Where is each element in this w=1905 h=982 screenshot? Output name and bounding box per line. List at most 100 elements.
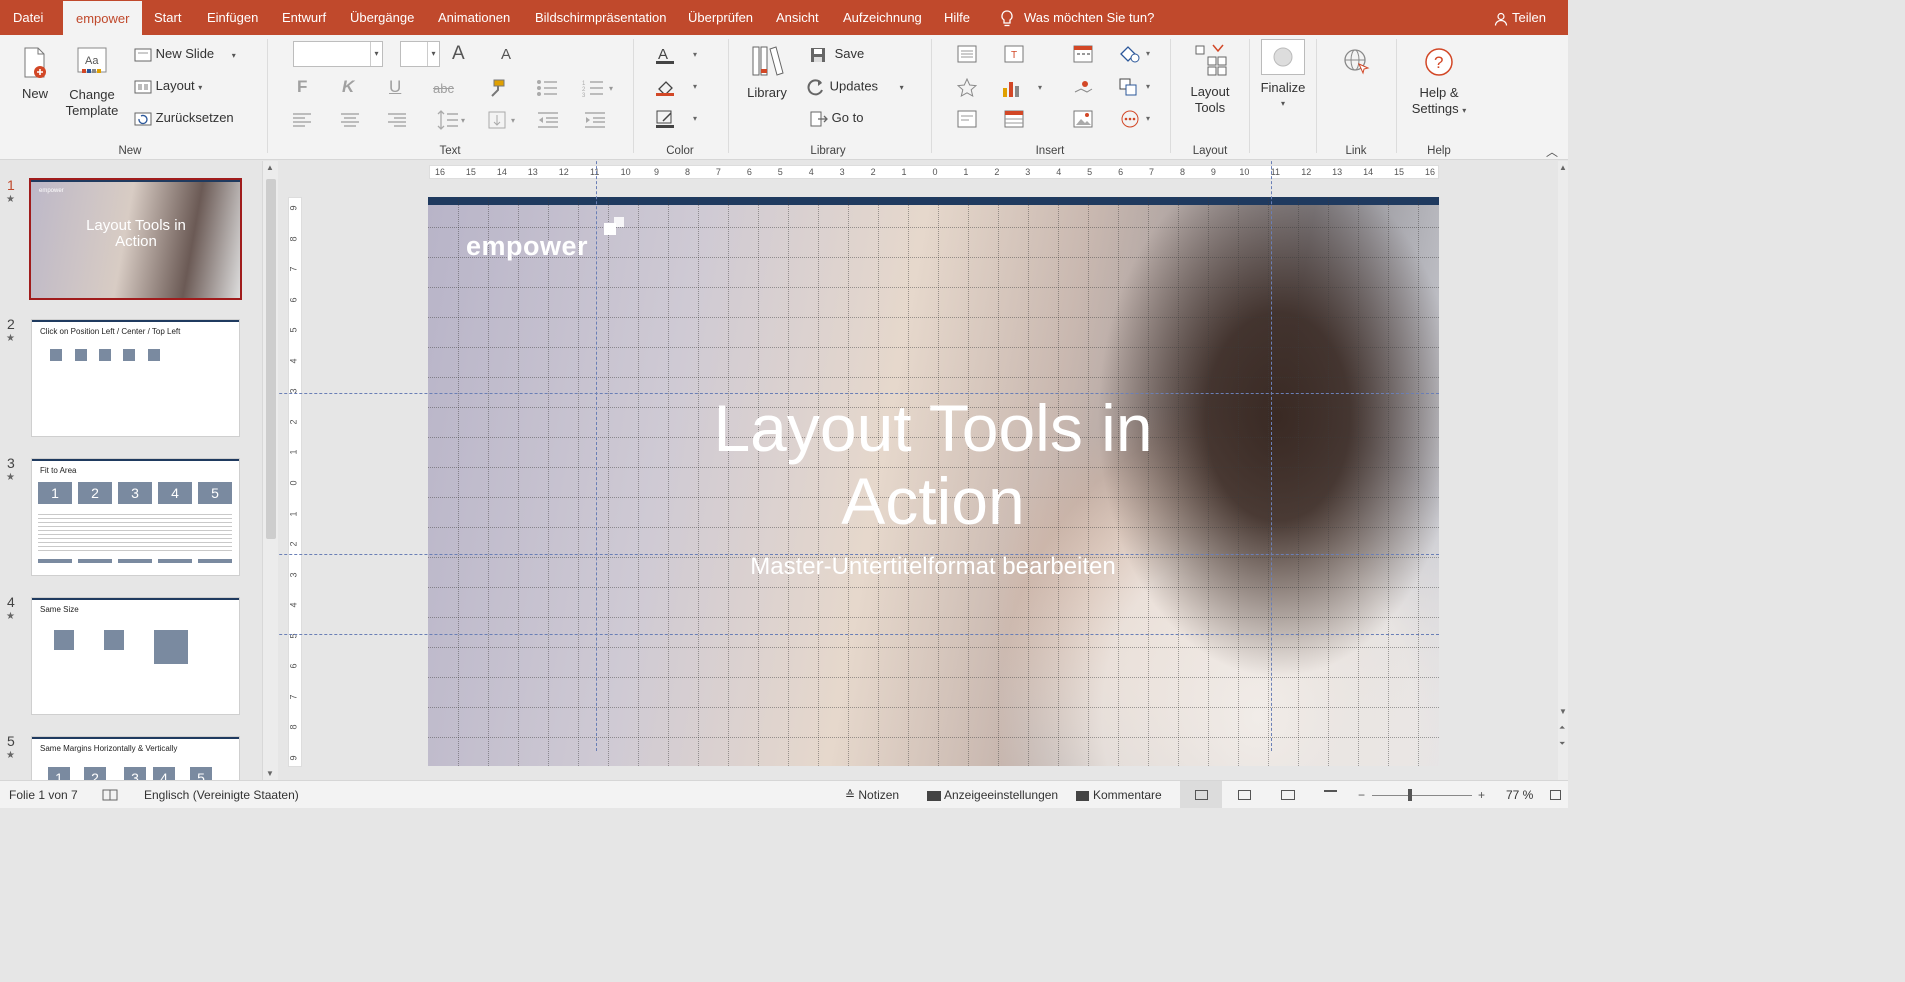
numbered-list-icon[interactable]: 123▾ <box>582 79 616 97</box>
more-icon[interactable]: ▾ <box>1120 109 1154 129</box>
bullet-list-icon[interactable] <box>536 79 558 97</box>
align-center-icon[interactable] <box>340 112 360 128</box>
ruler-tick-label: 14 <box>1363 167 1374 177</box>
thumbnail-slide-4[interactable]: Same Size <box>31 597 240 715</box>
layout-button[interactable]: Layout ▾ <box>134 78 202 95</box>
normal-view-button[interactable] <box>1180 781 1222 808</box>
align-right-icon[interactable] <box>387 112 407 128</box>
language-indicator[interactable]: Englisch (Vereinigte Staaten) <box>144 781 299 809</box>
grow-font-button[interactable]: A <box>452 43 465 65</box>
scroll-up-icon[interactable]: ▲ <box>266 163 274 172</box>
comments-button[interactable]: Kommentare <box>1076 781 1162 809</box>
shapes-icon[interactable]: ▾ <box>1118 44 1154 64</box>
italic-button[interactable]: K <box>342 77 354 97</box>
updates-button[interactable]: Updates ▾ <box>806 78 904 96</box>
grid-line <box>428 227 1439 228</box>
text-direction-icon[interactable]: ▾ <box>486 109 520 131</box>
increase-indent-icon[interactable] <box>584 111 606 129</box>
outline-color-icon[interactable]: ▾ <box>655 109 701 129</box>
tab-help[interactable]: Hilfe <box>944 0 970 35</box>
thumbnail-slide-1[interactable]: empower Layout Tools in Action <box>29 178 242 300</box>
scroll-up-icon[interactable]: ▲ <box>1559 163 1567 172</box>
globe-link-icon[interactable] <box>1342 47 1372 77</box>
tab-transitions[interactable]: Übergänge <box>350 0 414 35</box>
zoom-slider-thumb[interactable] <box>1408 789 1412 801</box>
tab-design[interactable]: Entwurf <box>282 0 326 35</box>
bold-button[interactable]: F <box>297 77 307 97</box>
font-family-select[interactable]: ▾ <box>293 41 383 67</box>
table-icon[interactable] <box>1004 110 1024 128</box>
notes-button[interactable]: ≙ Notizen <box>845 781 899 809</box>
fit-slide-icon[interactable] <box>1550 790 1561 800</box>
font-color-icon[interactable]: A ▾ <box>655 45 701 65</box>
pin-map-icon[interactable] <box>1073 78 1093 98</box>
help-settings-button[interactable]: ? Help & Settings ▾ <box>1406 47 1472 119</box>
fill-color-icon[interactable]: ▾ <box>655 77 701 97</box>
layout-tools-button[interactable]: Layout Tools <box>1182 43 1238 116</box>
picture-icon[interactable] <box>1073 110 1093 128</box>
calendar-icon[interactable] <box>1073 45 1093 63</box>
slide-title[interactable]: Layout Tools in Action <box>658 392 1208 538</box>
thumbnails-scrollbar[interactable]: ▲ ▼ <box>262 161 278 780</box>
zoom-out-button[interactable]: − <box>1358 781 1365 809</box>
ruler-tick-label: 8 <box>684 167 691 177</box>
collapse-ribbon-chevron-icon[interactable]: ︿ <box>1546 143 1558 160</box>
thumbnail-slide-2[interactable]: Click on Position Left / Center / Top Le… <box>31 319 240 437</box>
shrink-font-button[interactable]: A <box>501 46 511 63</box>
tab-start[interactable]: Start <box>154 0 181 35</box>
thumbnail-slide-5[interactable]: Same Margins Horizontally & Vertically 1… <box>31 736 240 780</box>
chart-icon[interactable]: ▾ <box>1002 78 1048 98</box>
font-size-select[interactable]: ▾ <box>400 41 440 67</box>
change-template-button[interactable]: Aa Change Template <box>64 47 120 119</box>
library-button[interactable]: Library <box>745 45 789 101</box>
animation-star-icon: ★ <box>6 750 15 761</box>
tab-animations[interactable]: Animationen <box>438 0 510 35</box>
new-button[interactable]: New <box>18 47 52 102</box>
display-settings-button[interactable]: Anzeigeeinstellungen <box>927 781 1058 809</box>
decrease-indent-icon[interactable] <box>537 111 559 129</box>
grid-line <box>608 197 609 766</box>
save-button[interactable]: Save <box>810 46 864 63</box>
slide-subtitle[interactable]: Master-Untertitelformat bearbeiten <box>658 553 1208 581</box>
textbox-icon[interactable]: T <box>1004 45 1024 63</box>
zoom-level[interactable]: 77 % <box>1506 781 1533 809</box>
links-icon[interactable]: ▾ <box>1118 77 1154 97</box>
tab-file[interactable]: Datei <box>13 0 43 35</box>
agenda-icon[interactable] <box>957 45 977 63</box>
new-slide-button[interactable]: New Slide ▾ <box>134 46 236 63</box>
zoom-in-button[interactable]: + <box>1478 781 1485 809</box>
tell-me-search[interactable]: Was möchten Sie tun? <box>1000 0 1154 35</box>
underline-button[interactable]: U <box>389 77 401 97</box>
tab-view[interactable]: Ansicht <box>776 0 819 35</box>
reading-view-icon[interactable] <box>1281 790 1295 800</box>
goto-button[interactable]: Go to <box>810 110 863 127</box>
tab-insert[interactable]: Einfügen <box>207 0 258 35</box>
reset-button[interactable]: Zurücksetzen <box>134 110 234 127</box>
strikethrough-button[interactable]: abc <box>433 81 454 96</box>
zoom-slider-track[interactable] <box>1372 795 1472 796</box>
thumbnail-slide-3[interactable]: Fit to Area 1 2 3 4 5 <box>31 458 240 576</box>
tab-recording[interactable]: Aufzeichnung <box>843 0 922 35</box>
share-button[interactable]: Teilen <box>1494 0 1546 35</box>
accessibility-icon[interactable] <box>102 789 118 801</box>
tab-empower[interactable]: empower <box>63 1 143 35</box>
tab-review[interactable]: Überprüfen <box>688 0 753 35</box>
align-left-icon[interactable] <box>292 112 312 128</box>
editor-scrollbar[interactable]: ▲ ▼ ⏶ ⏷ <box>1558 161 1568 780</box>
sticker-icon[interactable] <box>957 110 977 128</box>
slide-sorter-icon[interactable] <box>1238 790 1251 800</box>
previous-slide-icon[interactable]: ⏶ <box>1559 723 1565 733</box>
scroll-down-icon[interactable]: ▼ <box>266 769 274 778</box>
tab-slideshow[interactable]: Bildschirmpräsentation <box>535 0 667 35</box>
star-icon[interactable] <box>957 78 977 98</box>
format-painter-icon[interactable] <box>486 78 508 98</box>
scrollbar-thumb[interactable] <box>266 179 276 539</box>
scroll-down-icon[interactable]: ▼ <box>1559 707 1567 716</box>
thumbnail-number-box: 1 <box>38 482 72 504</box>
svg-text:▾: ▾ <box>1146 114 1150 123</box>
finalize-button[interactable]: Finalize ▾ <box>1258 39 1308 112</box>
next-slide-icon[interactable]: ⏷ <box>1559 739 1565 749</box>
slide-canvas[interactable]: empower Layout Tools in Action Master-Un… <box>428 197 1439 766</box>
line-spacing-icon[interactable]: ▾ <box>436 109 470 131</box>
slideshow-icon[interactable] <box>1324 790 1337 800</box>
